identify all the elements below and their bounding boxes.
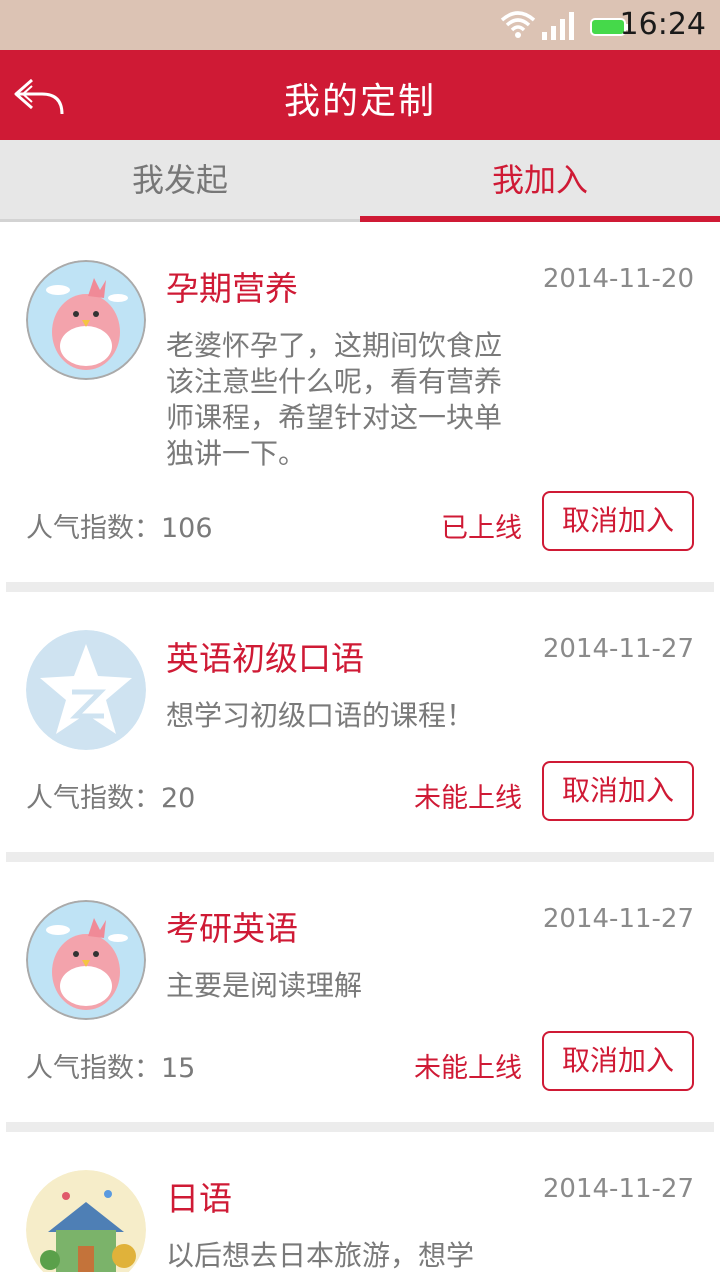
list-item[interactable]: 英语初级口语 2014-11-27 想学习初级口语的课程！ 人气指数：20 未能… (0, 592, 720, 852)
avatar (26, 630, 146, 750)
item-date: 2014-11-27 (542, 904, 694, 934)
item-title: 英语初级口语 (166, 639, 364, 678)
item-title: 日语 (166, 1179, 232, 1218)
cancel-join-button[interactable]: 取消加入 (542, 761, 694, 821)
pink-bird-avatar-icon (26, 900, 146, 1020)
signal-icon (542, 12, 574, 40)
tab-initiated[interactable]: 我发起 (0, 140, 360, 222)
item-date: 2014-11-20 (542, 264, 694, 294)
divider (6, 852, 714, 862)
page-title: 我的定制 (283, 81, 436, 122)
wifi-icon (500, 11, 536, 38)
status-badge: 已上线 (441, 513, 522, 544)
item-date: 2014-11-27 (542, 634, 694, 664)
item-description: 以后想去日本旅游，想学 (166, 1239, 475, 1272)
item-title: 孕期营养 (166, 269, 298, 308)
status-bar: 16:24 (0, 0, 720, 50)
status-time: 16:24 (619, 7, 706, 42)
avatar (26, 900, 146, 1020)
divider (6, 1122, 714, 1132)
illustrated-house-avatar-icon (26, 1170, 146, 1272)
cancel-join-button[interactable]: 取消加入 (542, 1031, 694, 1091)
list-item[interactable]: 日语 2014-11-27 以后想去日本旅游，想学 (0, 1132, 720, 1272)
item-date: 2014-11-27 (542, 1174, 694, 1204)
popularity-index: 人气指数：15 (26, 1053, 196, 1084)
custom-list: 孕期营养 2014-11-20 老婆怀孕了，这期间饮食应该注意些什么呢，看有营养… (0, 222, 720, 1272)
status-badge: 未能上线 (414, 1053, 522, 1084)
list-item[interactable]: 考研英语 2014-11-27 主要是阅读理解 人气指数：15 未能上线 取消加… (0, 862, 720, 1122)
item-description: 老婆怀孕了，这期间饮食应该注意些什么呢，看有营养师课程，希望针对这一块单独讲一下… (166, 329, 503, 470)
avatar (26, 1170, 146, 1272)
avatar (26, 260, 146, 380)
item-title: 考研英语 (166, 909, 298, 948)
item-description: 主要是阅读理解 (166, 969, 363, 1002)
popularity-index: 人气指数：20 (26, 783, 196, 814)
qzone-star-avatar-icon (26, 630, 146, 750)
status-badge: 未能上线 (414, 783, 522, 814)
title-bar: 我的定制 (0, 50, 720, 140)
pink-bird-avatar-icon (26, 260, 146, 380)
cancel-join-button[interactable]: 取消加入 (542, 491, 694, 551)
list-item[interactable]: 孕期营养 2014-11-20 老婆怀孕了，这期间饮食应该注意些什么呢，看有营养… (0, 222, 720, 582)
popularity-index: 人气指数：106 (26, 513, 213, 544)
tab-bar: 我发起 我加入 (0, 140, 720, 222)
tab-joined[interactable]: 我加入 (360, 140, 720, 222)
item-description: 想学习初级口语的课程！ (166, 699, 475, 732)
divider (6, 582, 714, 592)
